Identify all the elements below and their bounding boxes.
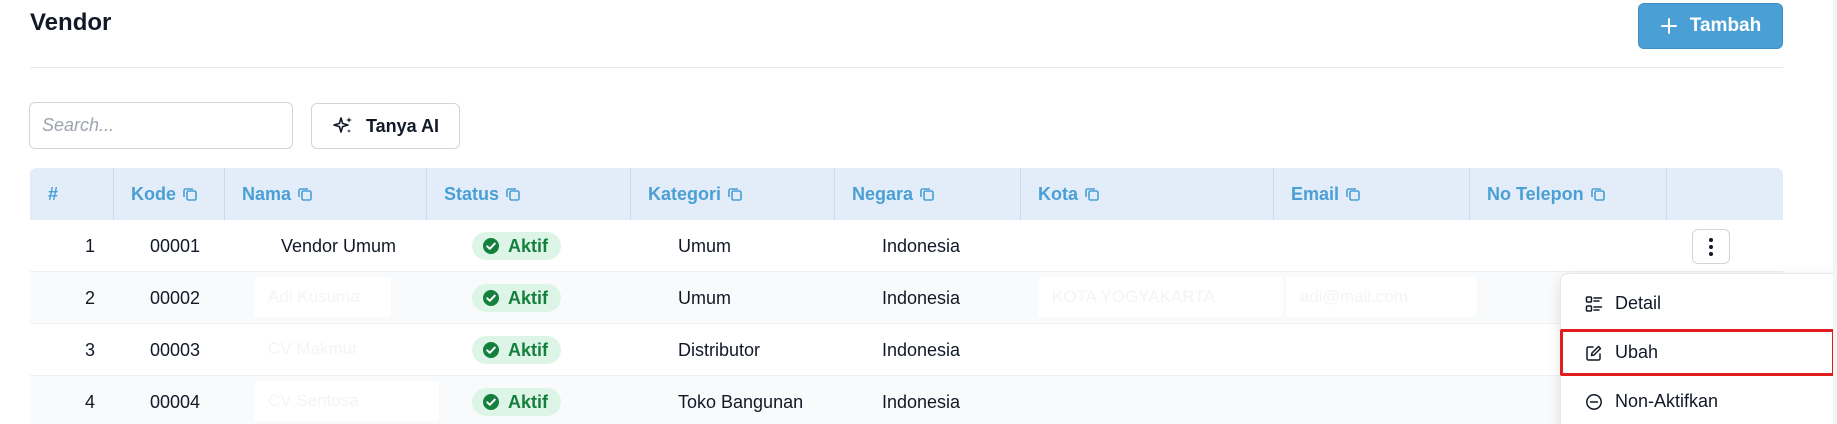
page-title: Vendor: [30, 9, 112, 36]
column-header-negara[interactable]: Negara: [852, 168, 935, 220]
column-header-kategori[interactable]: Kategori: [648, 168, 743, 220]
row-number: 4: [84, 391, 95, 412]
cell-nama: CV Makmur: [254, 329, 399, 369]
cell-kode: 00004: [150, 391, 201, 412]
cell-kota: KOTA YOGYAKARTA: [1038, 277, 1283, 317]
cell-kode: 00002: [150, 287, 201, 308]
cell-kategori: Umum: [678, 235, 731, 256]
add-vendor-button[interactable]: Tambah: [1638, 3, 1783, 49]
cell-kategori: Toko Bangunan: [678, 391, 804, 412]
column-header-status[interactable]: Status: [444, 168, 521, 220]
column-header-kode[interactable]: Kode: [131, 168, 198, 220]
row-actions-menu: Detail Ubah Non-Aktifkan: [1560, 273, 1837, 424]
search-input[interactable]: [29, 102, 293, 149]
ask-ai-label: Tanya AI: [365, 115, 440, 136]
menu-item-ubah[interactable]: Ubah: [1561, 330, 1837, 375]
row-actions-button[interactable]: [1692, 229, 1730, 264]
menu-item-detail[interactable]: Detail: [1561, 281, 1837, 326]
column-header-kota[interactable]: Kota: [1038, 168, 1100, 220]
copy-icon: [728, 188, 742, 201]
cell-kategori: Umum: [678, 287, 731, 308]
cell-nama: Vendor Umum: [281, 235, 397, 256]
row-number: 3: [84, 339, 95, 360]
row-number: 2: [84, 287, 95, 308]
ask-ai-button[interactable]: Tanya AI: [311, 103, 460, 149]
row-number: 1: [84, 235, 95, 256]
table-row[interactable]: 1 00001 Vendor Umum Aktif Umum Indonesia: [30, 220, 1783, 272]
cell-nama: Adi Kusuma: [254, 277, 391, 317]
minus-circle-icon: [1586, 393, 1602, 410]
table-row[interactable]: 4 00004 CV Sentosa Aktif Toko Bangunan I…: [30, 376, 1783, 424]
check-circle-icon: [483, 394, 499, 410]
column-header-email[interactable]: Email: [1291, 168, 1361, 220]
status-badge: Aktif: [472, 232, 561, 260]
table-row[interactable]: 2 00002 Adi Kusuma Aktif Umum Indonesia …: [30, 272, 1783, 324]
cell-email: adi@mail.com: [1286, 277, 1477, 317]
column-header-number: #: [48, 183, 59, 204]
header-divider: [30, 67, 1783, 68]
cell-negara: Indonesia: [882, 235, 961, 256]
scrollbar-track[interactable]: [1833, 0, 1837, 424]
sparkle-icon: [333, 117, 352, 133]
status-badge: Aktif: [472, 284, 561, 312]
column-header-no-telepon[interactable]: No Telepon: [1487, 168, 1606, 220]
plus-icon: [1660, 18, 1677, 34]
status-badge: Aktif: [472, 336, 561, 364]
cell-negara: Indonesia: [882, 391, 961, 412]
check-circle-icon: [483, 342, 499, 358]
add-button-label: Tambah: [1689, 15, 1762, 36]
check-circle-icon: [483, 238, 499, 254]
copy-icon: [183, 188, 197, 201]
cell-kode: 00001: [150, 235, 201, 256]
menu-item-non-aktifkan[interactable]: Non-Aktifkan: [1561, 379, 1837, 424]
cell-negara: Indonesia: [882, 287, 961, 308]
copy-icon: [920, 188, 934, 201]
cell-kode: 00003: [150, 339, 201, 360]
column-header-nama[interactable]: Nama: [242, 168, 313, 220]
edit-icon: [1586, 345, 1602, 361]
copy-icon: [1085, 188, 1099, 201]
cell-kategori: Distributor: [678, 339, 761, 360]
more-vertical-icon: [1709, 237, 1713, 256]
copy-icon: [298, 188, 312, 201]
table-header: # Kode Nama Status Kategori Negara Kota …: [30, 168, 1783, 220]
cell-negara: Indonesia: [882, 339, 961, 360]
status-badge: Aktif: [472, 388, 561, 416]
copy-icon: [1346, 188, 1360, 201]
table-row[interactable]: 3 00003 CV Makmur Aktif Distributor Indo…: [30, 324, 1783, 376]
list-detail-icon: [1585, 295, 1603, 312]
copy-icon: [506, 188, 520, 201]
check-circle-icon: [483, 290, 499, 306]
copy-icon: [1590, 188, 1605, 201]
cell-nama: CV Sentosa: [254, 381, 439, 421]
